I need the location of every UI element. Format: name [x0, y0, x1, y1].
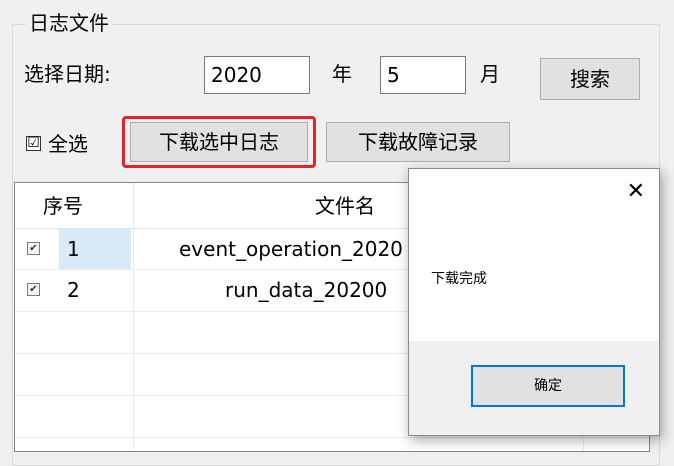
- row-checkbox[interactable]: ✔: [27, 242, 40, 255]
- column-header-filename[interactable]: 文件名: [315, 183, 375, 229]
- month-input[interactable]: [380, 56, 466, 94]
- row-index: 2: [67, 278, 80, 302]
- column-header-index[interactable]: 序号: [43, 183, 83, 229]
- download-complete-dialog: ✕ 下载完成 确定: [408, 168, 660, 436]
- year-suffix-label: 年: [332, 62, 352, 86]
- download-selected-logs-button[interactable]: 下载选中日志: [130, 122, 308, 162]
- close-icon[interactable]: ✕: [627, 177, 645, 207]
- grid-row-line: [15, 437, 649, 438]
- month-suffix-label: 月: [480, 62, 500, 86]
- year-input[interactable]: [204, 56, 310, 94]
- dialog-footer: 确定: [409, 341, 659, 435]
- column-separator[interactable]: [133, 183, 134, 229]
- search-button[interactable]: 搜索: [540, 58, 640, 100]
- date-label: 选择日期:: [24, 62, 111, 86]
- row-filename: run_data_20200: [225, 278, 388, 302]
- ok-button[interactable]: 确定: [471, 365, 625, 407]
- dialog-message: 下载完成: [431, 271, 487, 287]
- groupbox-title: 日志文件: [26, 10, 112, 36]
- row-index: 1: [67, 237, 80, 261]
- select-all-checkbox[interactable]: ☑: [26, 136, 41, 151]
- row-filename: event_operation_2020: [179, 237, 403, 261]
- row-checkbox[interactable]: ✔: [27, 283, 40, 296]
- select-all-label: 全选: [48, 132, 88, 156]
- download-fault-records-button[interactable]: 下载故障记录: [326, 122, 510, 162]
